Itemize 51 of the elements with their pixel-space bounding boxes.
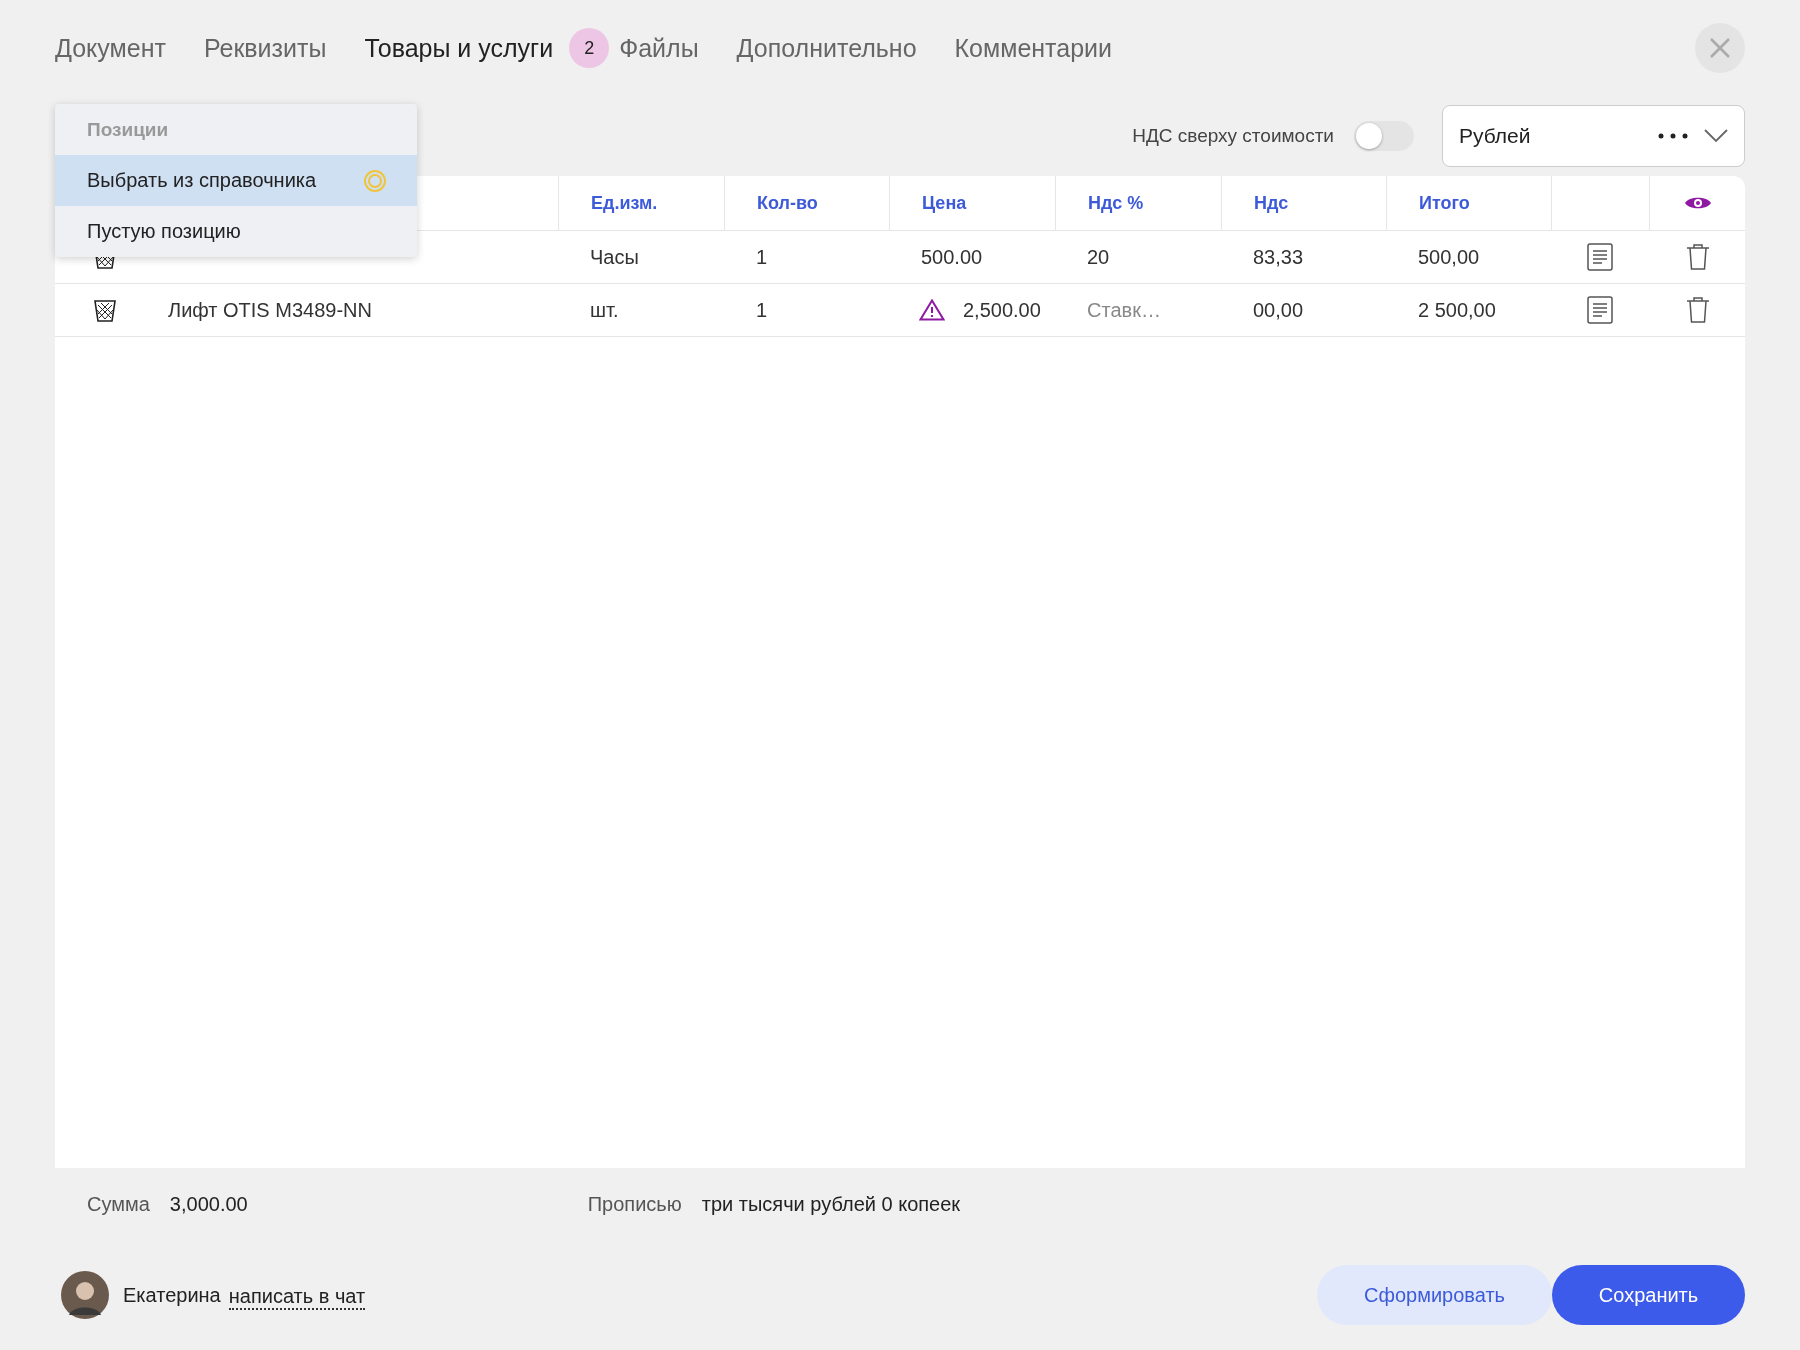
generate-button[interactable]: Сформировать bbox=[1317, 1265, 1552, 1325]
document-icon[interactable] bbox=[1587, 296, 1613, 324]
more-icon bbox=[1658, 133, 1688, 139]
save-button[interactable]: Сохранить bbox=[1552, 1265, 1745, 1325]
vat-toggle[interactable] bbox=[1354, 121, 1414, 151]
column-header: Ед.изм. bbox=[591, 192, 658, 214]
column-header: Итого bbox=[1419, 192, 1470, 214]
table-cell: Лифт OTIS M3489-NN bbox=[168, 298, 372, 322]
chevron-down-icon bbox=[1704, 129, 1728, 143]
table-cell: 500.00 bbox=[921, 245, 983, 269]
tab[interactable]: Товары и услуги bbox=[364, 33, 554, 63]
table-cell: 20 bbox=[1087, 245, 1110, 269]
table-cell: 2,500.00 bbox=[963, 298, 1041, 322]
warning-icon bbox=[919, 299, 945, 321]
ring-icon bbox=[363, 168, 387, 193]
table-cell: 00,00 bbox=[1253, 298, 1304, 322]
table-cell: 2 500,00 bbox=[1418, 298, 1496, 322]
count-badge: 2 bbox=[569, 28, 610, 68]
column-header: Ндс % bbox=[1088, 192, 1144, 214]
user-name: Екатерина bbox=[123, 1283, 221, 1307]
table-cell: 500,00 bbox=[1418, 245, 1480, 269]
words-label: Прописью bbox=[587, 1192, 682, 1216]
document-icon[interactable] bbox=[1587, 243, 1613, 271]
table-cell: 83,33 bbox=[1253, 245, 1304, 269]
close-icon bbox=[1709, 37, 1731, 59]
menu-title: Позиции bbox=[87, 118, 169, 141]
table-cell: шт. bbox=[590, 298, 619, 322]
tab[interactable]: Документ bbox=[55, 33, 166, 63]
menu-item[interactable]: Выбрать из справочника bbox=[55, 155, 417, 206]
currency-select[interactable]: Рублей bbox=[1442, 105, 1745, 167]
tab[interactable]: Комментарии bbox=[954, 33, 1112, 63]
wastebasket-icon[interactable] bbox=[94, 298, 116, 322]
trash-icon[interactable] bbox=[1685, 243, 1710, 271]
avatar bbox=[61, 1271, 109, 1319]
chat-link[interactable]: написать в чат bbox=[228, 1284, 366, 1310]
table-cell: 1 bbox=[756, 245, 768, 269]
menu-item[interactable]: Пустую позицию bbox=[55, 206, 417, 257]
table-cell: 1 bbox=[756, 298, 768, 322]
table-cell: Часы bbox=[590, 245, 639, 269]
sum-in-words: три тысячи рублей 0 копеек bbox=[701, 1192, 961, 1216]
sum-value: 3,000.00 bbox=[169, 1192, 248, 1216]
sum-label: Сумма bbox=[87, 1192, 150, 1216]
tab[interactable]: Реквизиты bbox=[203, 33, 327, 63]
table-cell: Ставк… bbox=[1087, 298, 1161, 322]
column-header: Цена bbox=[922, 192, 967, 214]
tab[interactable]: Файлы bbox=[619, 33, 699, 63]
column-header: Ндс bbox=[1254, 192, 1289, 214]
column-header: Кол-во bbox=[757, 192, 818, 214]
toggle-label: НДС сверху стоимости bbox=[1132, 125, 1334, 147]
tab[interactable]: Дополнительно bbox=[736, 33, 917, 63]
trash-icon[interactable] bbox=[1685, 296, 1710, 324]
